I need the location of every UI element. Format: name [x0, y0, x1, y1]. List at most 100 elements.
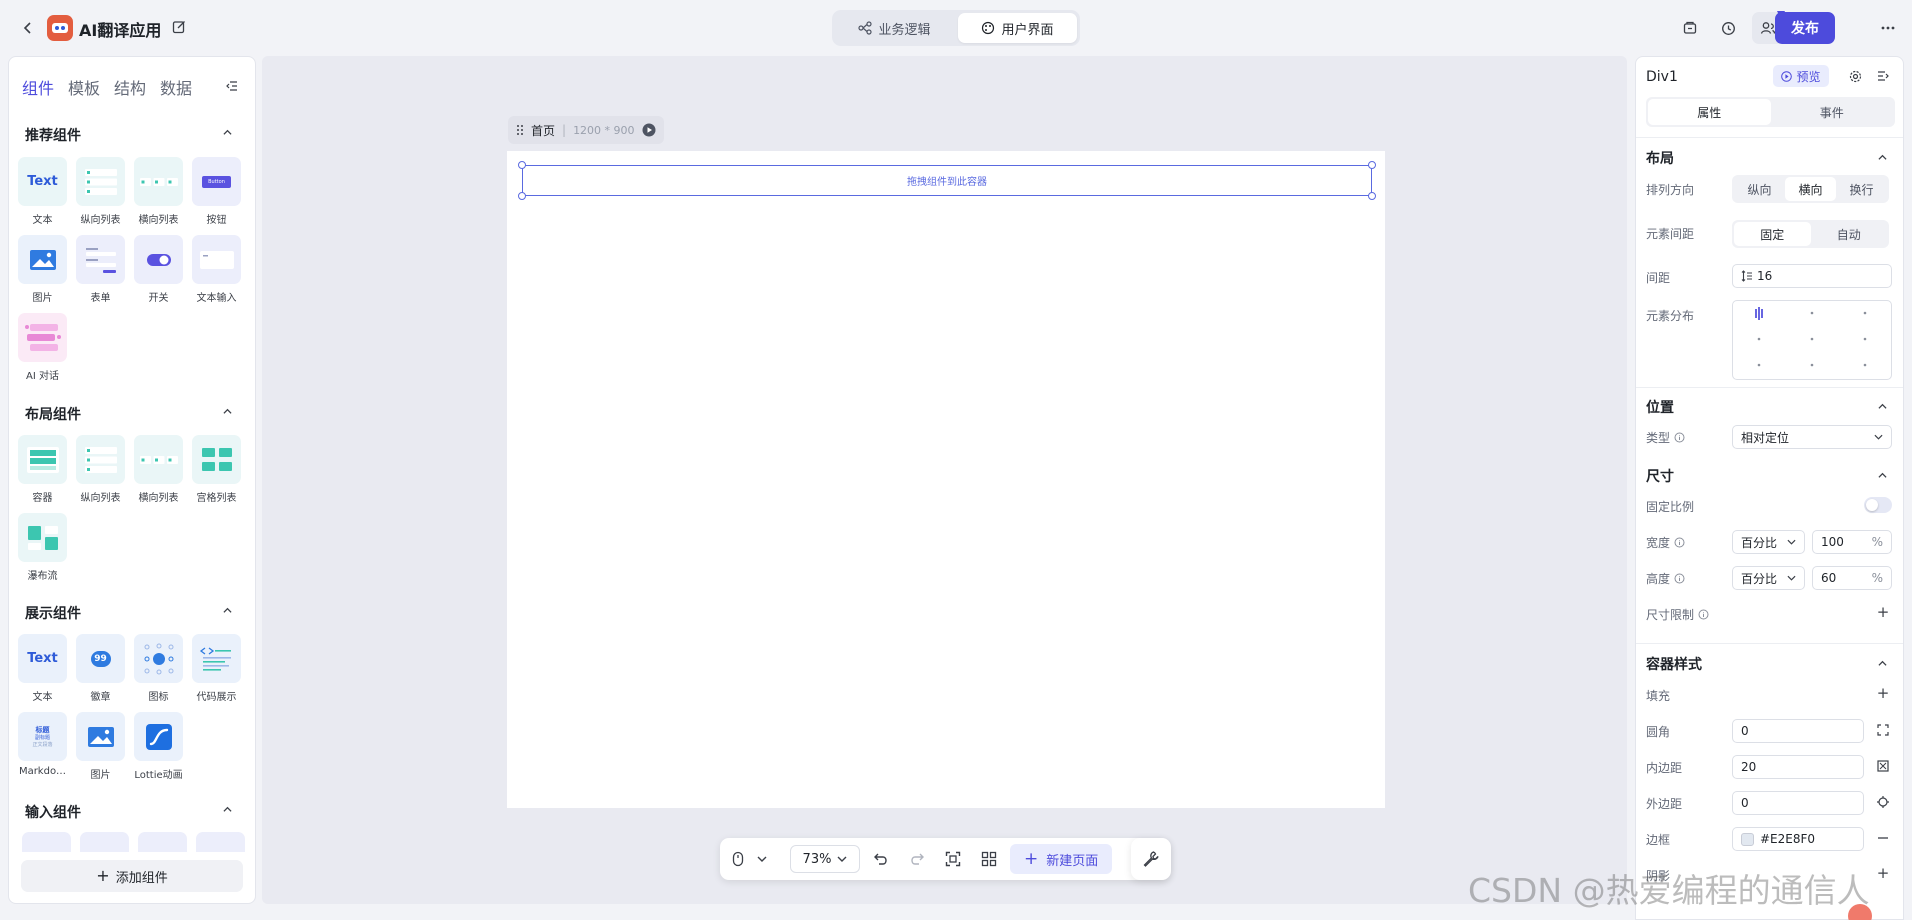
- chevron-up-icon[interactable]: [219, 801, 235, 817]
- border-color-value: #E2E8F0: [1760, 832, 1816, 846]
- add-shadow-plus-icon[interactable]: +: [1876, 864, 1890, 882]
- component-markdown[interactable]: 标题 副标题 正文段落 Markdo…: [18, 712, 67, 781]
- preview-button[interactable]: 预览: [1773, 65, 1829, 87]
- chevron-up-icon[interactable]: [1874, 398, 1890, 414]
- border-color-swatch[interactable]: [1741, 832, 1754, 846]
- chevron-up-icon[interactable]: [1874, 467, 1890, 483]
- direction-vertical[interactable]: 纵向: [1734, 177, 1785, 201]
- chevron-up-icon[interactable]: [1874, 149, 1890, 165]
- zoom-select[interactable]: 73%: [790, 845, 860, 873]
- tab-data[interactable]: 数据: [160, 75, 192, 99]
- distribution-dots: [1755, 307, 1867, 367]
- selected-container[interactable]: 拖拽组件到此容器: [518, 161, 1376, 200]
- input-component-tile[interactable]: [80, 832, 129, 852]
- component-badge[interactable]: 99 徽章: [76, 634, 125, 703]
- mode-switch: 业务逻辑 用户界面: [832, 10, 1080, 46]
- component-image[interactable]: 图片: [76, 712, 125, 781]
- save-draft-icon[interactable]: [1680, 18, 1700, 38]
- component-text[interactable]: Text 文本: [18, 157, 67, 226]
- tab-business-logic[interactable]: 业务逻辑: [835, 13, 954, 43]
- tab-structure[interactable]: 结构: [114, 75, 146, 99]
- resize-handle[interactable]: [518, 161, 526, 169]
- tools-button[interactable]: [1131, 838, 1171, 880]
- component-form[interactable]: 表单: [76, 235, 125, 304]
- component-container[interactable]: 容器: [18, 435, 67, 504]
- width-input[interactable]: 100 %: [1812, 530, 1892, 554]
- undo-icon[interactable]: [866, 845, 896, 873]
- resize-handle[interactable]: [518, 192, 526, 200]
- gap-input[interactable]: 16: [1732, 264, 1892, 288]
- resize-handle[interactable]: [1368, 161, 1376, 169]
- add-component-button[interactable]: + 添加组件: [21, 860, 243, 892]
- component-horizontal-list[interactable]: 横向列表: [134, 435, 183, 504]
- gap-label: 间距: [1646, 271, 1671, 285]
- gap-mode-fixed[interactable]: 固定: [1734, 222, 1811, 246]
- more-icon[interactable]: [1878, 18, 1898, 38]
- radius-input[interactable]: 0: [1732, 719, 1864, 743]
- component-text[interactable]: Text 文本: [18, 634, 67, 703]
- publish-button[interactable]: 发布: [1775, 12, 1835, 44]
- tab-templates[interactable]: 模板: [68, 75, 100, 99]
- drag-handle-icon[interactable]: [516, 124, 524, 136]
- height-input[interactable]: 60 %: [1812, 566, 1892, 590]
- add-fill-plus-icon[interactable]: +: [1876, 684, 1890, 702]
- tab-properties[interactable]: 属性: [1648, 99, 1771, 125]
- component-label: 表单: [90, 293, 111, 304]
- component-lottie[interactable]: Lottie动画: [134, 712, 183, 781]
- direction-horizontal[interactable]: 横向: [1785, 177, 1836, 201]
- tab-user-interface[interactable]: 用户界面: [958, 13, 1077, 43]
- tab-events[interactable]: 事件: [1771, 99, 1894, 125]
- settings-icon[interactable]: [1847, 68, 1863, 84]
- redo-icon[interactable]: [902, 845, 932, 873]
- page-frame[interactable]: [507, 151, 1385, 808]
- gap-mode-auto[interactable]: 自动: [1811, 222, 1888, 246]
- play-icon[interactable]: [642, 123, 656, 137]
- position-type-select[interactable]: 相对定位: [1732, 425, 1892, 449]
- input-component-tile[interactable]: [138, 832, 187, 852]
- fixed-ratio-toggle[interactable]: [1864, 497, 1892, 513]
- chevron-up-icon[interactable]: [1874, 655, 1890, 671]
- back-arrow-icon[interactable]: [18, 18, 38, 38]
- border-color-input[interactable]: #E2E8F0: [1732, 827, 1864, 851]
- component-button[interactable]: Button 按钮: [192, 157, 241, 226]
- direction-wrap[interactable]: 换行: [1836, 177, 1887, 201]
- input-component-tile[interactable]: [196, 832, 245, 852]
- component-text-input[interactable]: 文本输入: [192, 235, 241, 304]
- chevron-down-icon[interactable]: [754, 845, 770, 873]
- collapse-panel-icon[interactable]: [223, 77, 241, 95]
- page-label-bar[interactable]: 首页 | 1200 * 900: [508, 116, 664, 144]
- input-component-tile[interactable]: [22, 832, 71, 852]
- add-size-limit-plus-icon[interactable]: +: [1876, 603, 1890, 621]
- component-horizontal-list[interactable]: 横向列表: [134, 157, 183, 226]
- component-waterfall[interactable]: 瀑布流: [18, 513, 67, 582]
- padding-sides-icon[interactable]: [1876, 759, 1890, 773]
- component-icon[interactable]: 图标: [134, 634, 183, 703]
- component-vertical-list[interactable]: 纵向列表: [76, 435, 125, 504]
- mouse-pointer-icon[interactable]: [728, 845, 748, 873]
- component-switch[interactable]: 开关: [134, 235, 183, 304]
- margin-sides-icon[interactable]: [1876, 795, 1890, 809]
- remove-border-icon[interactable]: [1876, 831, 1890, 845]
- grid-view-icon[interactable]: [974, 845, 1004, 873]
- component-grid-list[interactable]: 宫格列表: [192, 435, 241, 504]
- new-page-button[interactable]: + 新建页面: [1010, 844, 1113, 874]
- height-unit-select[interactable]: 百分比: [1732, 566, 1805, 590]
- distribution-grid[interactable]: [1732, 300, 1892, 380]
- collapse-right-panel-icon[interactable]: [1875, 68, 1891, 84]
- chevron-up-icon[interactable]: [219, 124, 235, 140]
- tab-components[interactable]: 组件: [22, 75, 54, 99]
- component-image[interactable]: 图片: [18, 235, 67, 304]
- component-code-display[interactable]: 代码展示: [192, 634, 241, 703]
- width-unit-select[interactable]: 百分比: [1732, 530, 1805, 554]
- edit-icon[interactable]: [170, 18, 188, 36]
- history-icon[interactable]: [1718, 18, 1738, 38]
- component-vertical-list[interactable]: 纵向列表: [76, 157, 125, 226]
- chevron-up-icon[interactable]: [219, 403, 235, 419]
- resize-handle[interactable]: [1368, 192, 1376, 200]
- padding-input[interactable]: 20: [1732, 755, 1864, 779]
- fit-screen-icon[interactable]: [938, 845, 968, 873]
- component-ai-chat[interactable]: AI 对话: [18, 313, 67, 382]
- margin-input[interactable]: 0: [1732, 791, 1864, 815]
- corner-radius-icon[interactable]: [1876, 723, 1890, 737]
- chevron-up-icon[interactable]: [219, 602, 235, 618]
